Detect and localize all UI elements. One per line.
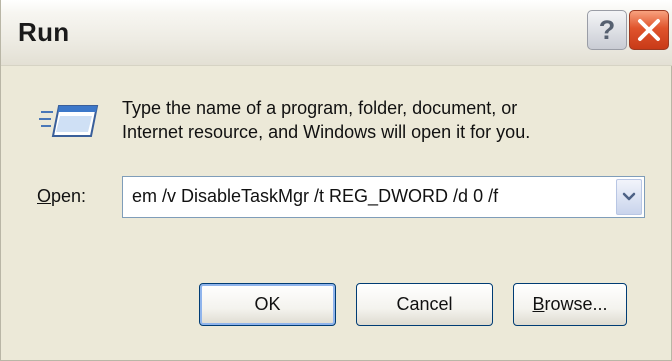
- open-label: Open:: [37, 186, 86, 207]
- open-label-text: pen:: [51, 186, 87, 206]
- run-program-icon: [39, 102, 99, 142]
- prompt-text-line-1: Type the name of a program, folder, docu…: [122, 98, 518, 118]
- cancel-button[interactable]: Cancel: [356, 283, 493, 326]
- chevron-down-icon: [622, 192, 636, 201]
- open-label-accelerator: O: [37, 186, 52, 206]
- prompt-text-line-2: Internet resource, and Windows will open…: [122, 122, 531, 142]
- close-icon: [638, 19, 660, 41]
- help-button[interactable]: ?: [587, 10, 627, 50]
- dropdown-button[interactable]: [616, 179, 642, 215]
- run-dialog: Run ? Type the name of a program, folder…: [0, 0, 672, 361]
- open-input-value[interactable]: em /v DisableTaskMgr /t REG_DWORD /d 0 /…: [132, 186, 498, 207]
- window-title: Run: [18, 17, 70, 47]
- ok-button[interactable]: OK: [199, 283, 336, 326]
- browse-accelerator: B: [532, 294, 545, 314]
- open-combobox[interactable]: em /v DisableTaskMgr /t REG_DWORD /d 0 /…: [122, 176, 645, 218]
- title-bar[interactable]: Run ?: [1, 0, 672, 66]
- browse-button[interactable]: Browse...: [513, 283, 627, 326]
- browse-label: rowse...: [544, 294, 608, 314]
- close-button[interactable]: [629, 10, 669, 50]
